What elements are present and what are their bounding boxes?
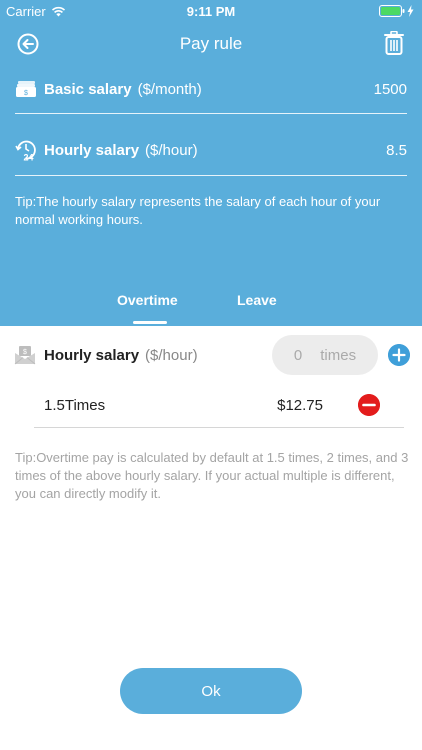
svg-text:24: 24 <box>24 153 34 162</box>
battery-icon <box>379 5 405 17</box>
battery-indicator <box>379 5 414 17</box>
svg-text:$: $ <box>24 90 28 97</box>
basic-salary-row[interactable]: $ Basic salary ($/month) 1500 <box>15 74 407 104</box>
overtime-hourly-unit: ($/hour) <box>145 346 198 364</box>
envelope-money-icon: $ <box>14 346 36 365</box>
overtime-hourly-row: $ Hourly salary ($/hour) 0 times <box>14 335 410 375</box>
hourly-salary-value[interactable]: 8.5 <box>386 142 407 159</box>
tab-bar: Overtime Leave <box>0 288 422 326</box>
times-input-value: 0 <box>293 346 303 364</box>
status-bar: Carrier 9:11 PM <box>0 0 422 22</box>
times-input-unit: times <box>320 346 357 364</box>
overtime-tip: Tip:Overtime pay is calculated by defaul… <box>15 450 409 501</box>
basic-salary-unit: ($/month) <box>137 80 202 98</box>
divider <box>34 427 404 428</box>
ok-button[interactable]: Ok <box>120 668 302 714</box>
page-title: Pay rule <box>179 34 243 53</box>
basic-salary-value[interactable]: 1500 <box>374 81 407 98</box>
add-multiple-button[interactable] <box>388 344 410 366</box>
salary-cash-icon: $ <box>16 81 36 97</box>
overtime-hourly-label: Hourly salary <box>44 346 140 364</box>
status-time: 9:11 PM <box>186 4 236 19</box>
svg-text:$: $ <box>23 349 27 356</box>
divider <box>15 175 407 176</box>
multiple-amount: $12.75 <box>277 396 323 414</box>
clock-24-icon: 24 <box>15 140 36 162</box>
hourly-salary-tip: Tip:The hourly salary represents the sal… <box>15 194 381 227</box>
tab-overtime[interactable]: Overtime <box>117 292 178 308</box>
times-input[interactable]: 0 times <box>272 335 378 375</box>
active-tab-indicator <box>133 321 167 324</box>
hourly-salary-label: Hourly salary <box>44 141 140 159</box>
hourly-salary-row[interactable]: 24 Hourly salary ($/hour) 8.5 <box>15 135 407 165</box>
trash-icon[interactable] <box>383 31 405 55</box>
tab-leave[interactable]: Leave <box>237 292 277 308</box>
charging-bolt-icon <box>407 5 414 17</box>
basic-salary-label: Basic salary <box>44 80 132 98</box>
multiple-label: 1.5Times <box>44 396 106 414</box>
hourly-salary-unit: ($/hour) <box>145 141 198 159</box>
remove-multiple-button[interactable] <box>358 394 380 416</box>
navigation-bar: Pay rule <box>0 28 422 60</box>
header-panel: Carrier 9:11 PM Pay rule $ Basic salary … <box>0 0 422 326</box>
multiple-row: 1.5Times $12.75 <box>44 392 380 418</box>
divider <box>15 113 407 114</box>
